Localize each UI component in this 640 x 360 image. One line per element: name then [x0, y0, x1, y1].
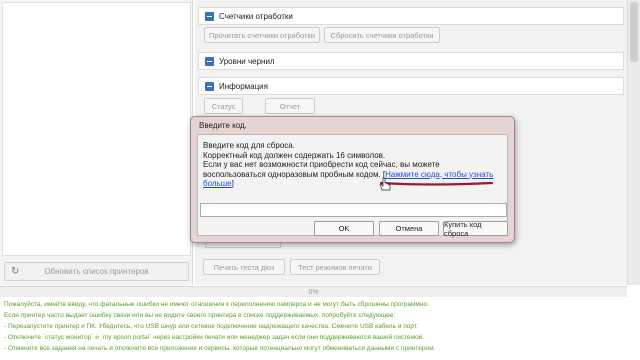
reset-counters-button[interactable]: Сбросить счетчики отработки	[324, 27, 440, 43]
log-line: - Перезапустите принтер и ПК. Убедитесь,…	[4, 323, 418, 330]
scrollbar-thumb[interactable]	[630, 2, 638, 62]
log-panel: Пожалуйста, имейте ввиду, что фатальные …	[0, 297, 627, 360]
printer-list-panel	[0, 0, 193, 285]
message-line: Введите код для сброса.	[203, 141, 295, 150]
cancel-button[interactable]: Отмена	[379, 221, 439, 236]
section-info-header[interactable]: Информация	[198, 77, 624, 95]
ok-button[interactable]: OK	[314, 221, 374, 236]
log-line: Пожалуйста, имейте ввиду, что фатальные …	[4, 301, 429, 308]
dialog-body: Введите код для сброса. Корректный код д…	[197, 134, 508, 238]
section-ink-levels-header[interactable]: Уровни чернил	[198, 52, 624, 70]
refresh-printers-label: Обновить список принтеров	[44, 267, 149, 276]
log-line: Если принтер часто выдает ошибку связи и…	[4, 312, 396, 319]
section-counters-title: Счетчики отработки	[219, 11, 293, 21]
message-line: воспользоваться одноразовым пробным кодо…	[203, 169, 386, 179]
section-ink-levels-title: Уровни чернил	[219, 56, 275, 66]
operations-scrollbar[interactable]	[627, 0, 640, 285]
refresh-icon: ↻	[11, 266, 20, 277]
section-info-title: Информация	[219, 81, 268, 91]
log-line: - Отмените все задания на печать и отклю…	[4, 345, 436, 352]
report-button[interactable]: Отчет	[265, 98, 315, 114]
collapse-icon[interactable]	[205, 81, 214, 91]
expand-icon[interactable]	[205, 56, 214, 66]
print-mode-test-button[interactable]: Тест режимов печати	[290, 259, 380, 275]
learn-more-link[interactable]: Нажмите сюда, чтобы узнать	[385, 170, 493, 179]
dialog-title: Введите код.	[199, 121, 247, 130]
nozzle-test-button[interactable]: Печать теста дюз	[203, 259, 285, 275]
learn-more-link-continued[interactable]: больше	[203, 179, 232, 188]
progress-bar: 0%	[0, 286, 627, 297]
status-button[interactable]: Статус	[204, 98, 243, 114]
refresh-printers-button[interactable]: ↻ Обновить список принтеров	[4, 262, 189, 281]
log-line: - Отключите `статус монитор` и `my epson…	[4, 334, 425, 341]
buy-reset-code-button[interactable]: Купить код сброса	[443, 220, 508, 238]
dialog-message: Введите код для сброса. Корректный код д…	[203, 141, 503, 189]
progress-text: 0%	[308, 288, 319, 296]
message-line: Корректный код должен содержать 16 симво…	[203, 150, 386, 160]
read-counters-button[interactable]: Прочитать счетчики отработки	[204, 27, 320, 43]
link-bracket: ]	[231, 179, 234, 188]
enter-code-dialog: Введите код. Введите код для сброса. Кор…	[190, 116, 515, 243]
message-line: Если у вас нет возможности приобрести ко…	[203, 160, 440, 169]
collapse-icon[interactable]	[205, 11, 214, 21]
printer-list[interactable]	[2, 2, 191, 256]
section-counters-header[interactable]: Счетчики отработки	[198, 7, 624, 25]
reset-code-input[interactable]	[200, 203, 507, 217]
